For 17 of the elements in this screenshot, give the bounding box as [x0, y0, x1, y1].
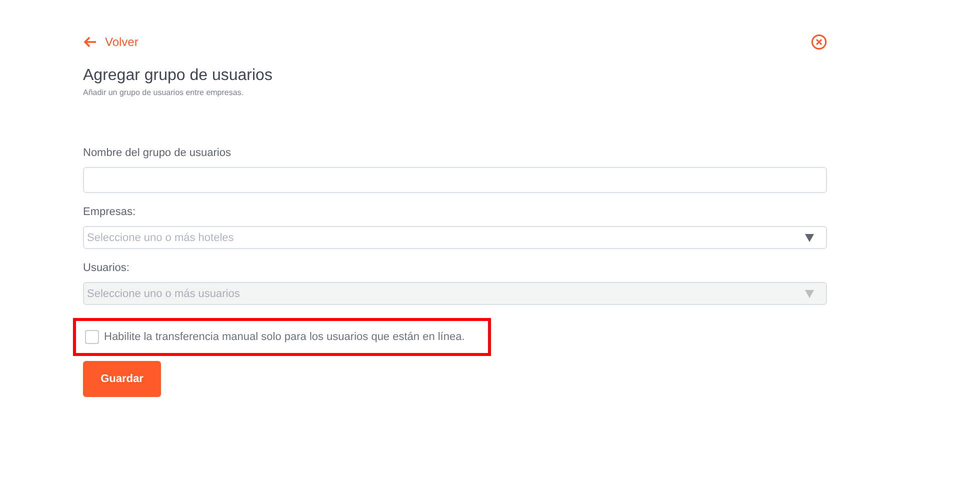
select-field[interactable]: Seleccione uno o más hoteles [83, 226, 827, 249]
select-placeholder: Seleccione uno o más usuarios [87, 288, 240, 300]
back-link[interactable]: Volver [83, 35, 138, 49]
page-title: Agregar grupo de usuarios [83, 67, 274, 85]
caret-icon [805, 290, 814, 298]
checkbox[interactable] [85, 330, 99, 344]
field-label: Usuarios: [83, 262, 130, 274]
select-placeholder: Seleccione uno o más hoteles [87, 232, 234, 244]
caret-icon [805, 234, 814, 242]
arrow-left-icon [83, 36, 97, 48]
field-label: Nombre del grupo de usuarios [83, 147, 232, 159]
checkbox-label[interactable]: Habilite la transferencia manual solo para los usuarios que están en línea. [85, 330, 465, 344]
field-label: Empresas: [83, 206, 137, 218]
save-button[interactable]: Guardar [83, 361, 161, 397]
close-icon[interactable] [811, 34, 827, 50]
input-field[interactable] [83, 167, 827, 193]
page-subtitle: Añadir un grupo de usuarios entre empresas. [83, 88, 245, 97]
